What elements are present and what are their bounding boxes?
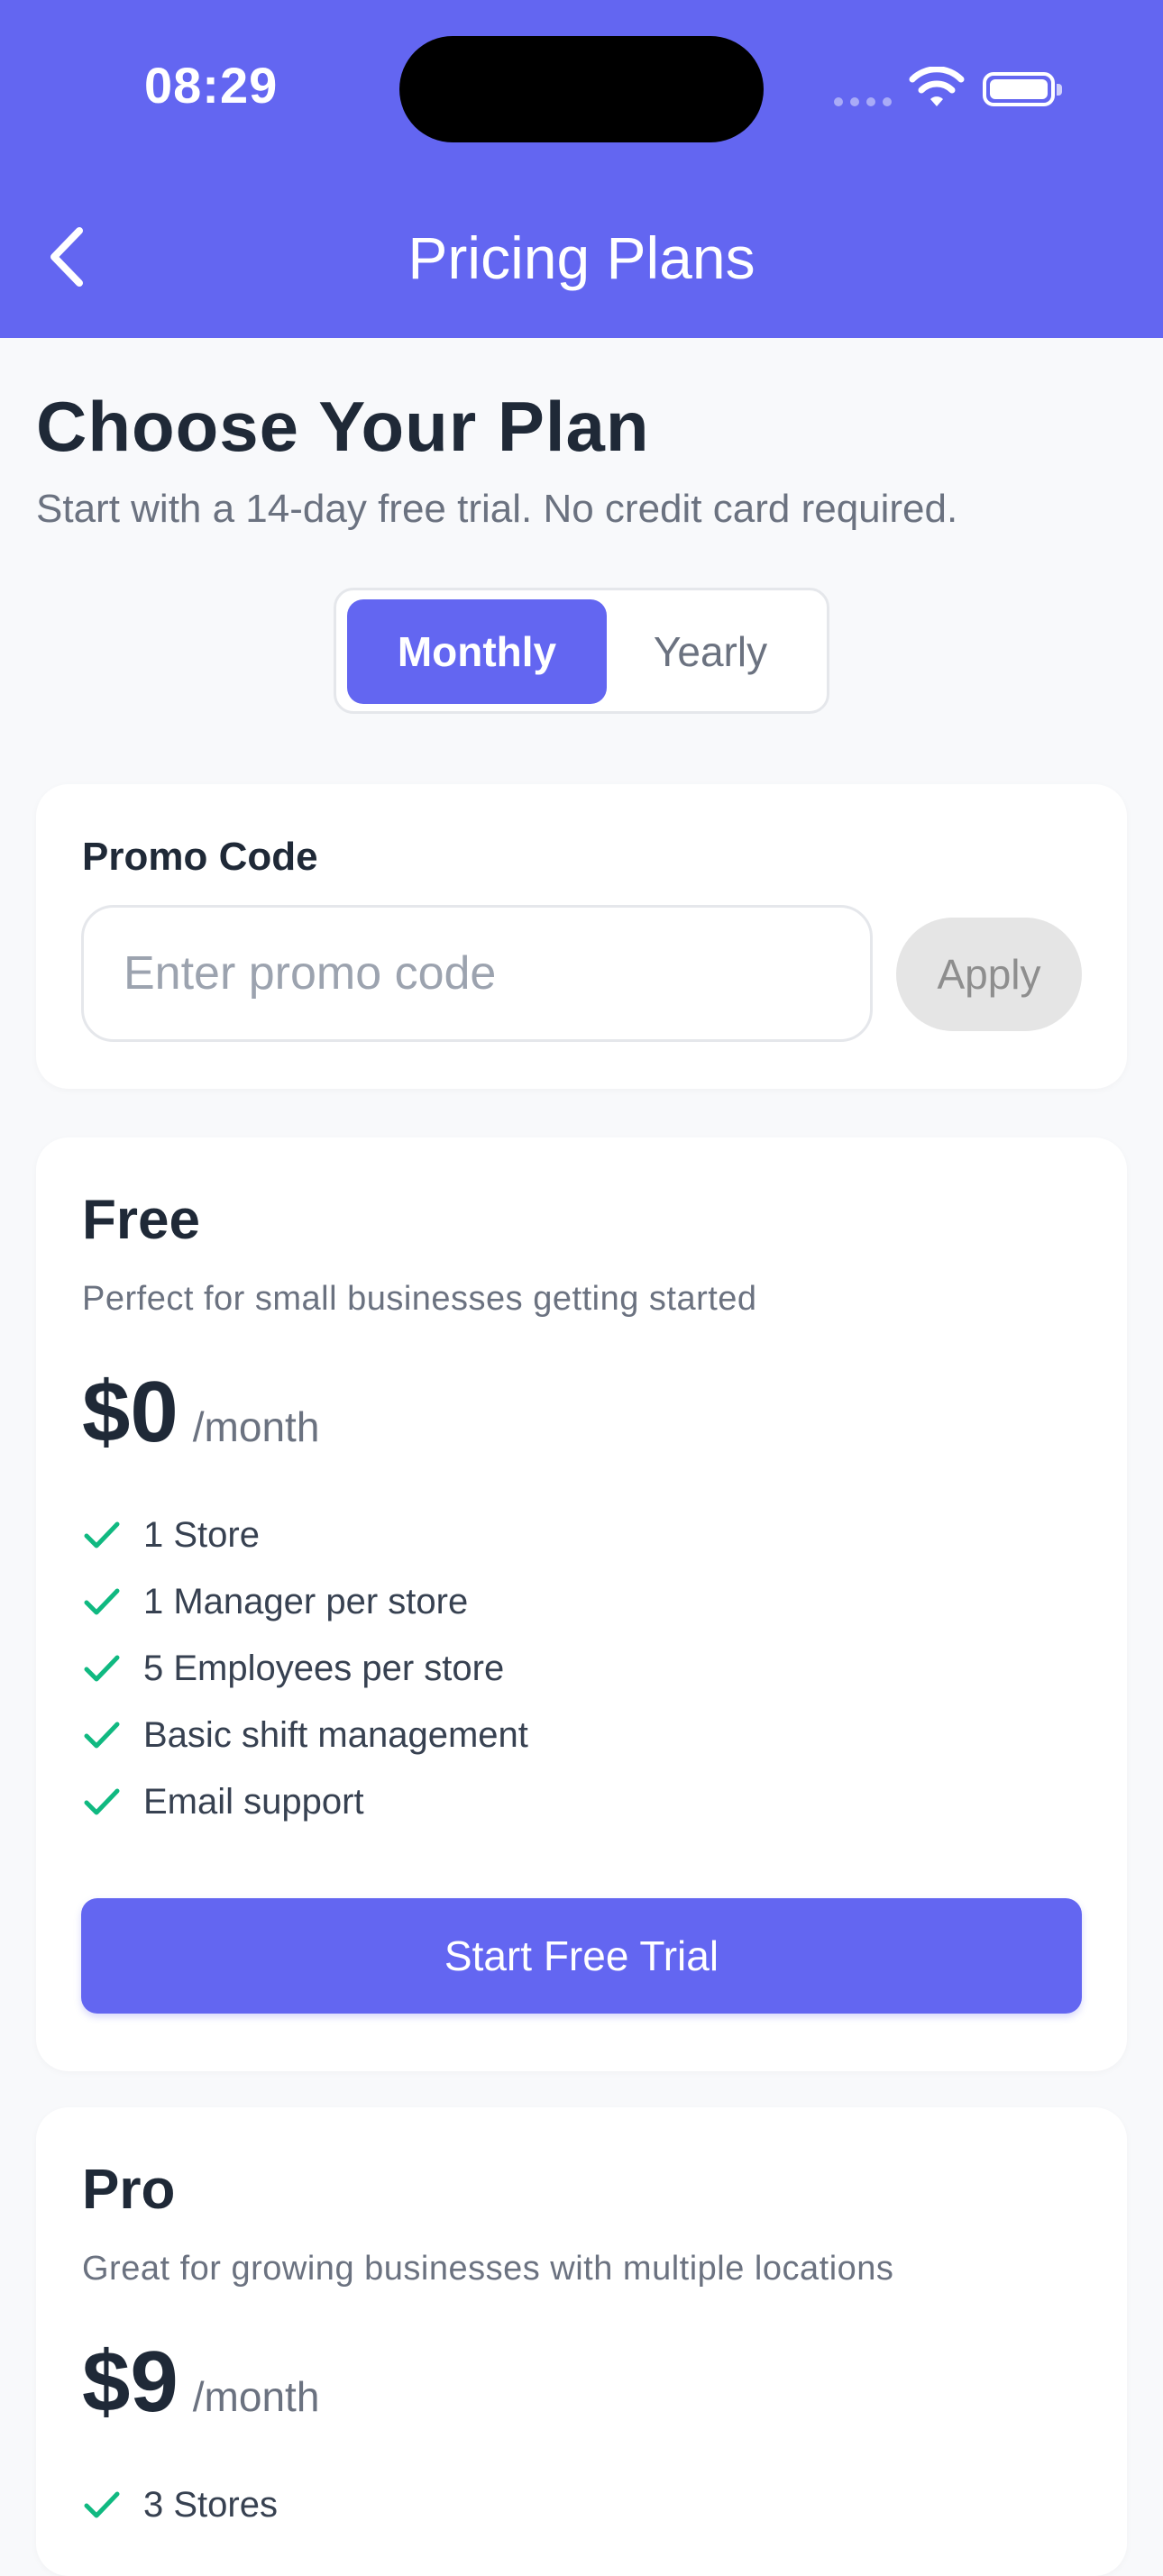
toggle-yearly[interactable]: Yearly bbox=[607, 599, 814, 704]
promo-code-input[interactable] bbox=[81, 905, 873, 1042]
feature-text: 5 Employees per store bbox=[143, 1648, 505, 1688]
list-item: 5 Employees per store bbox=[82, 1635, 528, 1702]
apply-button[interactable]: Apply bbox=[896, 918, 1082, 1031]
list-item: 1 Store bbox=[82, 1502, 528, 1568]
start-free-trial-button[interactable]: Start Free Trial bbox=[81, 1898, 1082, 2014]
nav-title: Pricing Plans bbox=[408, 224, 755, 291]
app-header: 08:29 Pricing Plans bbox=[0, 0, 1163, 338]
plan-description: Great for growing businesses with multip… bbox=[82, 2250, 894, 2288]
wifi-icon bbox=[909, 67, 965, 106]
dynamic-island bbox=[399, 36, 764, 142]
toggle-monthly[interactable]: Monthly bbox=[347, 599, 607, 704]
list-item: Email support bbox=[82, 1768, 528, 1835]
check-icon bbox=[82, 1715, 122, 1755]
promo-label: Promo Code bbox=[82, 835, 318, 879]
list-item: Basic shift management bbox=[82, 1702, 528, 1768]
list-item: 3 Stores bbox=[82, 2471, 278, 2538]
plan-card-pro: Pro Great for growing businesses with mu… bbox=[36, 2107, 1127, 2576]
plan-name: Pro bbox=[82, 2159, 176, 2221]
feature-list: 1 Store 1 Manager per store 5 Employees … bbox=[82, 1502, 528, 1835]
price-row: $9 /month bbox=[82, 2333, 319, 2432]
check-icon bbox=[82, 1515, 122, 1555]
plan-price: $0 bbox=[82, 1364, 179, 1460]
status-time: 08:29 bbox=[144, 57, 279, 114]
feature-text: 1 Store bbox=[143, 1514, 260, 1555]
plan-period: /month bbox=[192, 1403, 320, 1450]
cellular-signal-icon bbox=[834, 97, 892, 106]
plan-price: $9 bbox=[82, 2334, 179, 2430]
plan-period: /month bbox=[192, 2373, 320, 2420]
check-icon bbox=[82, 2485, 122, 2525]
page-subtitle: Start with a 14-day free trial. No credi… bbox=[36, 487, 958, 531]
check-icon bbox=[82, 1582, 122, 1621]
feature-text: Basic shift management bbox=[143, 1714, 528, 1755]
check-icon bbox=[82, 1649, 122, 1688]
plan-description: Perfect for small businesses getting sta… bbox=[82, 1280, 757, 1318]
feature-text: 3 Stores bbox=[143, 2484, 278, 2525]
promo-card: Promo Code Apply bbox=[36, 784, 1127, 1089]
page-title: Choose Your Plan bbox=[36, 387, 650, 466]
price-row: $0 /month bbox=[82, 1363, 319, 1462]
plan-card-free: Free Perfect for small businesses gettin… bbox=[36, 1137, 1127, 2071]
billing-period-toggle: Monthly Yearly bbox=[334, 588, 829, 714]
feature-list: 3 Stores bbox=[82, 2471, 278, 2538]
feature-text: Email support bbox=[143, 1781, 364, 1822]
feature-text: 1 Manager per store bbox=[143, 1581, 469, 1621]
list-item: 1 Manager per store bbox=[82, 1568, 528, 1635]
battery-icon bbox=[983, 72, 1062, 106]
check-icon bbox=[82, 1782, 122, 1822]
plan-name: Free bbox=[82, 1189, 200, 1251]
